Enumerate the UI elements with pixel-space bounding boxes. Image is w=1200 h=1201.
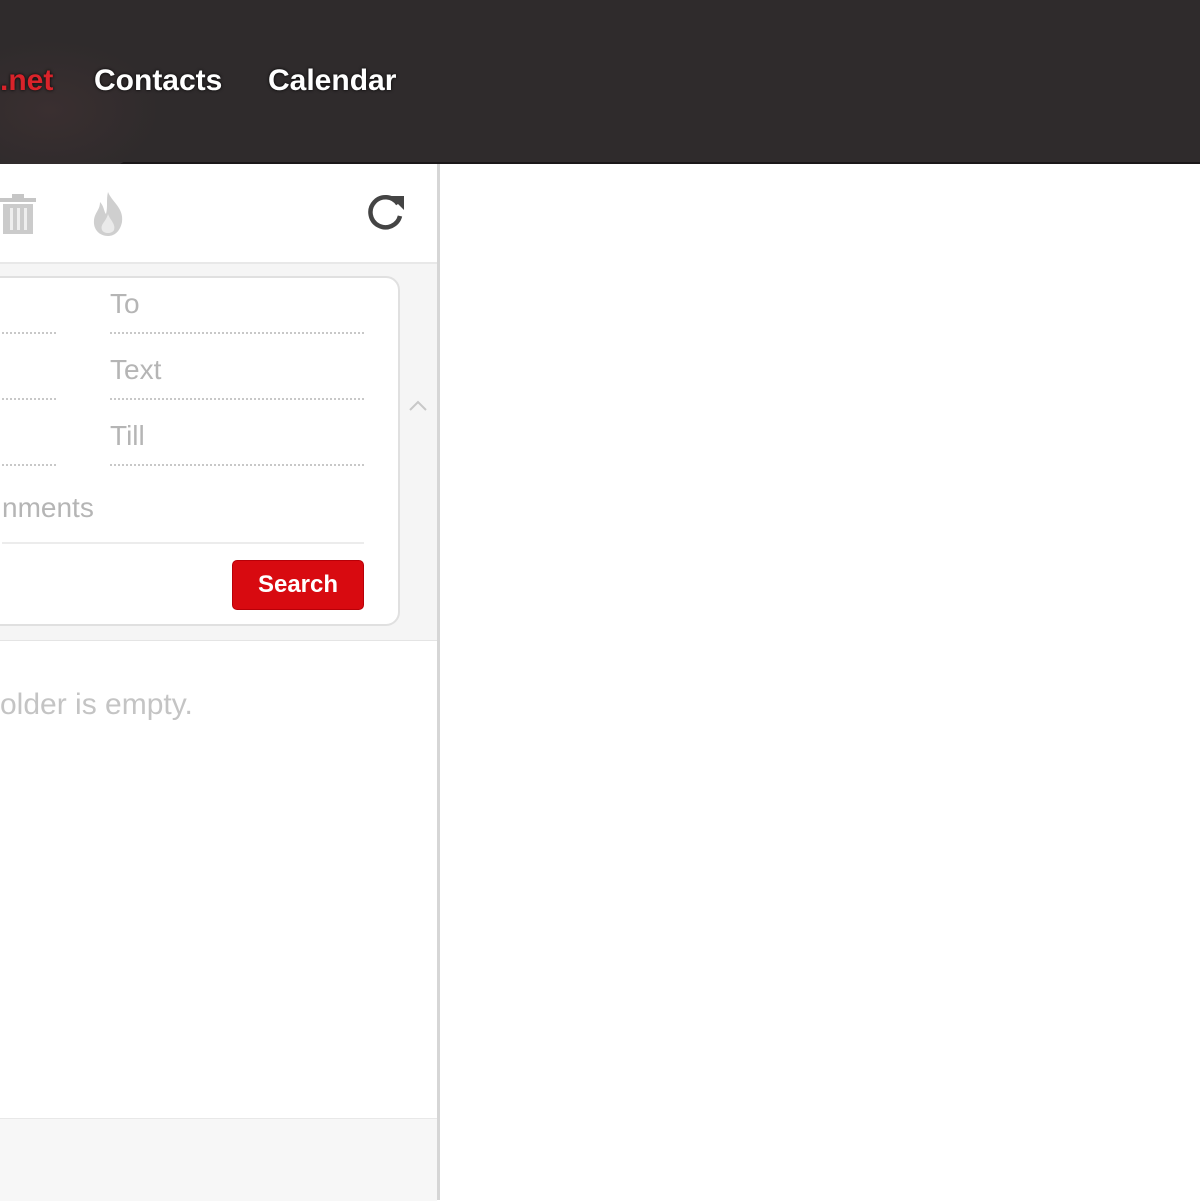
list-footer [0,1118,437,1201]
search-panel: To Text Till nments Search [0,264,437,641]
nav-calendar[interactable]: Calendar [268,64,396,98]
subject-field[interactable] [0,348,56,400]
mail-toolbar [0,164,437,264]
search-form: To Text Till nments Search [0,276,400,626]
collapse-chevron-up-icon[interactable] [408,392,428,418]
top-navigation-bar: .net Contacts Calendar [0,0,1200,180]
message-preview-pane [440,164,1200,1200]
message-list-panel: To Text Till nments Search older is empt… [0,164,440,1201]
till-field[interactable]: Till [110,414,364,466]
search-button[interactable]: Search [232,560,364,610]
from-field[interactable] [0,282,56,334]
fire-icon[interactable] [90,192,126,241]
divider [2,542,364,544]
nav-contacts[interactable]: Contacts [94,64,222,98]
has-attachments-option[interactable]: nments [2,492,94,524]
trash-icon[interactable] [0,194,36,239]
since-field[interactable] [0,414,56,466]
brand-link[interactable]: .net [0,64,53,98]
to-field[interactable]: To [110,282,364,334]
empty-folder-message: older is empty. [0,688,193,721]
logo-glow [0,40,160,180]
refresh-icon[interactable] [366,192,406,237]
text-field[interactable]: Text [110,348,364,400]
